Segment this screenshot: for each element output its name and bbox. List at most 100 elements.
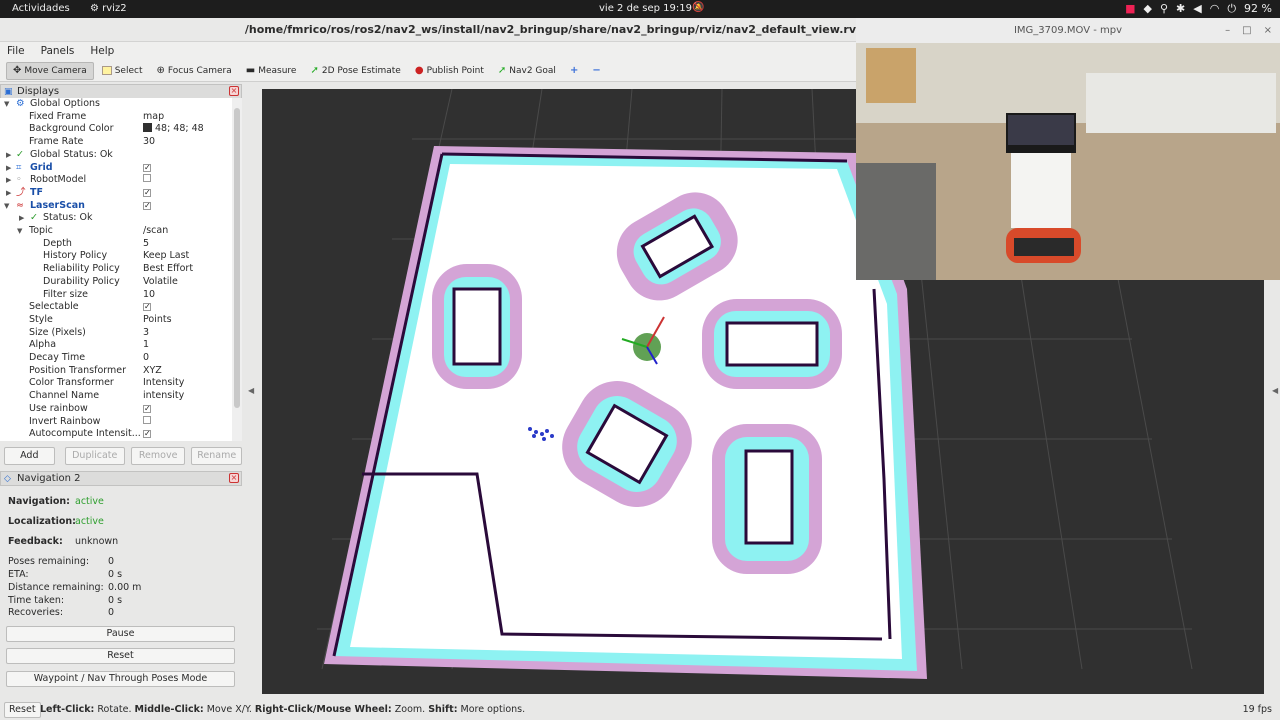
tree-row-robot-model[interactable]: ▶ ◦ RobotModel: [0, 174, 232, 187]
displays-scrollbar[interactable]: [232, 98, 242, 441]
displays-tree[interactable]: ▼ ⚙ Global Options Fixed Frame map Backg…: [0, 98, 242, 441]
invert-rainbow-checkbox[interactable]: [143, 415, 151, 429]
select-tool[interactable]: Select: [96, 62, 149, 80]
depth-value[interactable]: 5: [143, 238, 149, 251]
decay-time-value[interactable]: 0: [143, 352, 149, 365]
tree-row-alpha[interactable]: Alpha 1: [0, 339, 232, 352]
close-icon[interactable]: ×: [1264, 18, 1272, 43]
tree-row-autocompute[interactable]: Autocompute Intensit... ✓: [0, 428, 232, 441]
rename-button[interactable]: Rename: [191, 447, 242, 465]
checkbox-checked-icon: ✓: [143, 200, 151, 210]
move-camera-tool[interactable]: ✥ Move Camera: [6, 61, 94, 80]
reset-button[interactable]: Reset: [4, 702, 41, 718]
frame-rate-value[interactable]: 30: [143, 136, 155, 149]
grid-checkbox[interactable]: ✓: [143, 162, 151, 175]
tree-row-fixed-frame[interactable]: Fixed Frame map: [0, 111, 232, 124]
tree-row-reliability-policy[interactable]: Reliability Policy Best Effort: [0, 263, 232, 276]
collapse-left-icon[interactable]: ◀: [248, 386, 254, 395]
channel-name-value[interactable]: intensity: [143, 390, 184, 403]
maximize-icon[interactable]: □: [1242, 18, 1251, 43]
minimize-icon[interactable]: –: [1225, 18, 1230, 43]
app-menu[interactable]: ⚙ rviz2: [90, 3, 127, 14]
expanded-arrow-icon[interactable]: ▼: [4, 98, 9, 111]
add-tool-button[interactable]: +: [564, 62, 584, 80]
measure-tool[interactable]: ▬ Measure: [240, 62, 303, 80]
activities-button[interactable]: Actividades: [12, 3, 70, 14]
collapse-right-icon[interactable]: ◀: [1272, 386, 1278, 395]
tree-row-depth[interactable]: Depth 5: [0, 238, 232, 251]
size-pixels-value[interactable]: 3: [143, 327, 149, 340]
tree-row-decay-time[interactable]: Decay Time 0: [0, 352, 232, 365]
scrollbar-thumb[interactable]: [234, 108, 240, 408]
video-player-window[interactable]: IMG_3709.MOV - mpv – □ ×: [856, 18, 1280, 280]
expanded-arrow-icon[interactable]: ▼: [4, 200, 9, 213]
tree-row-style[interactable]: Style Points: [0, 314, 232, 327]
close-icon[interactable]: ×: [229, 473, 239, 483]
style-value[interactable]: Points: [143, 314, 172, 327]
pose-estimate-tool[interactable]: ➚ 2D Pose Estimate: [304, 62, 406, 80]
laserscan-checkbox[interactable]: ✓: [143, 200, 151, 213]
tf-checkbox[interactable]: ✓: [143, 187, 151, 200]
alpha-value[interactable]: 1: [143, 339, 149, 352]
position-transformer-value[interactable]: XYZ: [143, 365, 162, 378]
duplicate-button[interactable]: Duplicate: [64, 447, 125, 465]
selectable-checkbox[interactable]: ✓: [143, 301, 151, 314]
focus-camera-tool[interactable]: ⊕ Focus Camera: [150, 62, 237, 80]
color-transformer-value[interactable]: Intensity: [143, 377, 184, 390]
diamond-icon: ◇: [4, 474, 11, 484]
publish-point-tool[interactable]: ● Publish Point: [409, 62, 490, 80]
collapsed-arrow-icon[interactable]: ▶: [6, 149, 11, 162]
reset-nav-button[interactable]: Reset: [6, 648, 235, 664]
robot-model-checkbox[interactable]: [143, 174, 151, 187]
tree-row-status-ok[interactable]: ▶ ✓ Status: Ok: [0, 212, 232, 225]
collapsed-arrow-icon[interactable]: ▶: [6, 162, 11, 175]
tree-row-laserscan[interactable]: ▼ ≈ LaserScan ✓: [0, 200, 232, 213]
use-rainbow-checkbox[interactable]: ✓: [143, 403, 151, 416]
waypoint-mode-button[interactable]: Waypoint / Nav Through Poses Mode: [6, 671, 235, 687]
tree-row-global-options[interactable]: ▼ ⚙ Global Options: [0, 98, 232, 111]
topic-value[interactable]: /scan: [143, 225, 168, 238]
poses-remaining-label: Poses remaining:: [8, 556, 90, 567]
tree-row-history-policy[interactable]: History Policy Keep Last: [0, 250, 232, 263]
tree-row-background-color[interactable]: Background Color 48; 48; 48: [0, 123, 232, 136]
menu-panels[interactable]: Panels: [41, 45, 75, 57]
window-titlebar: /home/fmrico/ros/ros2/nav2_ws/install/na…: [0, 18, 856, 42]
menu-bar: File Panels Help: [0, 42, 856, 60]
autocompute-checkbox[interactable]: ✓: [143, 428, 151, 441]
tree-row-size-pixels[interactable]: Size (Pixels) 3: [0, 327, 232, 340]
menu-file[interactable]: File: [7, 45, 25, 57]
tree-row-durability-policy[interactable]: Durability Policy Volatile: [0, 276, 232, 289]
tree-row-color-transformer[interactable]: Color Transformer Intensity: [0, 377, 232, 390]
close-icon[interactable]: ×: [229, 86, 239, 96]
clock[interactable]: vie 2 de sep 19:19: [599, 3, 692, 14]
collapsed-arrow-icon[interactable]: ▶: [6, 174, 11, 187]
expanded-arrow-icon[interactable]: ▼: [17, 225, 22, 238]
tree-row-filter-size[interactable]: Filter size 10: [0, 289, 232, 302]
filter-size-value[interactable]: 10: [143, 289, 155, 302]
background-color-value[interactable]: 48; 48; 48: [143, 123, 204, 136]
nav2-goal-tool[interactable]: ➚ Nav2 Goal: [492, 62, 562, 80]
tree-row-global-status[interactable]: ▶ ✓ Global Status: Ok: [0, 149, 232, 162]
tree-row-channel-name[interactable]: Channel Name intensity: [0, 390, 232, 403]
collapsed-arrow-icon[interactable]: ▶: [6, 187, 11, 200]
tree-row-topic[interactable]: ▼ Topic /scan: [0, 225, 232, 238]
durability-policy-value[interactable]: Volatile: [143, 276, 178, 289]
menu-help[interactable]: Help: [90, 45, 114, 57]
history-policy-value[interactable]: Keep Last: [143, 250, 189, 263]
tree-row-frame-rate[interactable]: Frame Rate 30: [0, 136, 232, 149]
remove-button[interactable]: Remove: [130, 447, 186, 465]
tree-row-tf[interactable]: ▶ ⤴ TF ✓: [0, 187, 232, 200]
reliability-policy-value[interactable]: Best Effort: [143, 263, 193, 276]
fixed-frame-value[interactable]: map: [143, 111, 164, 124]
tree-row-use-rainbow[interactable]: Use rainbow ✓: [0, 403, 232, 416]
pause-button[interactable]: Pause: [6, 626, 235, 642]
hint-left-click-text: Rotate.: [94, 704, 135, 715]
tree-row-selectable[interactable]: Selectable ✓: [0, 301, 232, 314]
tree-row-invert-rainbow[interactable]: Invert Rainbow: [0, 415, 232, 429]
collapsed-arrow-icon[interactable]: ▶: [19, 212, 24, 225]
system-tray[interactable]: ■ ◆ ⚲ ✱ ◀ ◠ ⏻ 92 %: [1125, 2, 1272, 16]
tree-row-position-transformer[interactable]: Position Transformer XYZ: [0, 365, 232, 378]
tree-row-grid[interactable]: ▶ ⌗ Grid ✓: [0, 162, 232, 175]
remove-tool-button[interactable]: −: [586, 62, 606, 80]
add-button[interactable]: Add: [4, 447, 55, 465]
